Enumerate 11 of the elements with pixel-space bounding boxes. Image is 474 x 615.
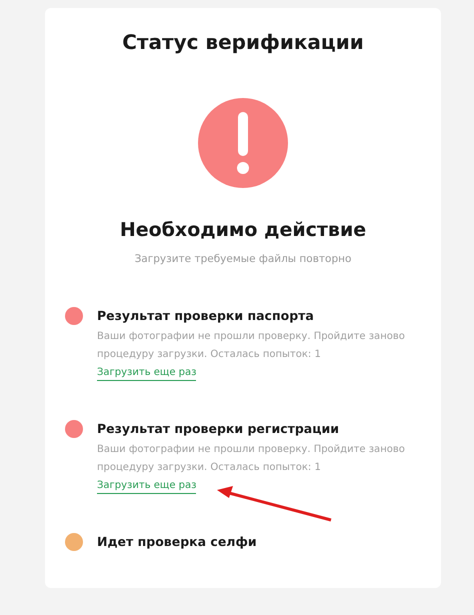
check-description: Ваши фотографии не прошли проверку. Пройдите заново процедуру загрузки. Осталась попыток: 1: [97, 330, 406, 362]
page-title: Статус верификации: [122, 30, 364, 54]
check-title: Результат проверки регистрации: [97, 420, 340, 438]
upload-again-link[interactable]: Загрузить еще раз: [97, 480, 196, 494]
check-title: Идет проверка селфи: [97, 533, 257, 551]
status-subtitle: Загрузите требуемые файлы повторно: [134, 253, 352, 265]
status-heading: Необходимо действие: [120, 219, 366, 241]
check-description: Ваши фотографии не прошли проверку. Пройдите заново процедуру загрузки. Осталась попыток: 1: [97, 443, 406, 475]
exclamation-icon: [198, 98, 288, 188]
check-title: Результат проверки паспорта: [97, 307, 314, 325]
upload-again-link[interactable]: Загрузить еще раз: [97, 367, 196, 381]
